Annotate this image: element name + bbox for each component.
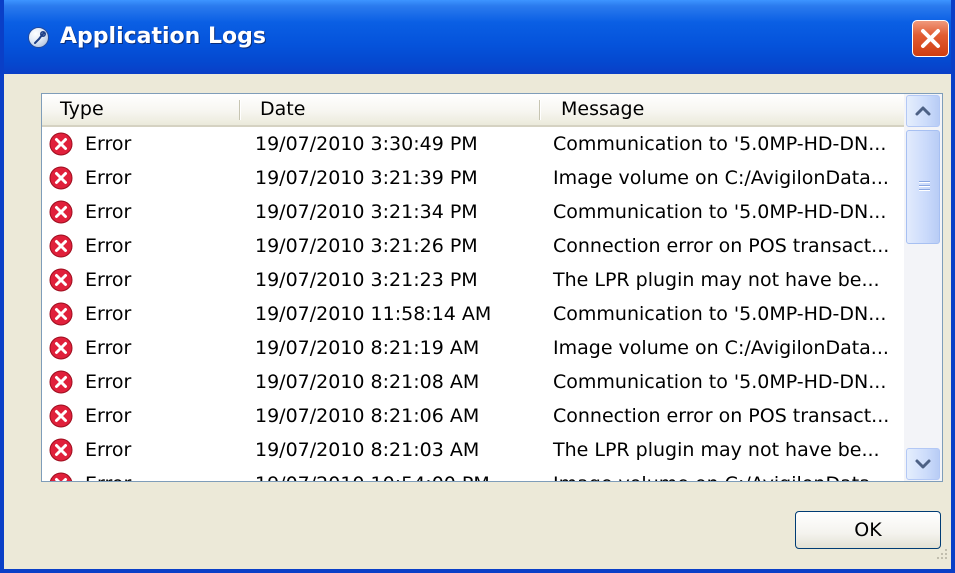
column-header-type[interactable]: Type [60,94,104,125]
row-message: Image volume on C:/AvigilonData... [553,337,889,359]
table-row[interactable]: Error 19/07/2010 10:54:00 PM Image volum… [42,467,904,481]
row-date: 19/07/2010 3:30:49 PM [255,133,478,155]
row-type: Error [85,303,132,325]
row-type: Error [85,133,132,155]
row-date: 19/07/2010 3:21:23 PM [255,269,478,291]
table-row[interactable]: Error 19/07/2010 8:21:06 AM Connection e… [42,399,904,433]
list-rows: Error 19/07/2010 3:30:49 PM Communicatio… [42,127,904,481]
row-message: The LPR plugin may not have be... [553,269,880,291]
column-divider[interactable] [239,100,240,120]
row-message: Communication to '5.0MP-HD-DN... [553,303,887,325]
table-row[interactable]: Error 19/07/2010 3:21:26 PM Connection e… [42,229,904,263]
error-icon [49,200,73,224]
row-type: Error [85,167,132,189]
row-type: Error [85,467,131,481]
error-icon [49,268,73,292]
thumb-grip [919,181,930,182]
row-date: 19/07/2010 3:21:34 PM [255,201,478,223]
row-date: 19/07/2010 8:21:08 AM [255,371,480,393]
thumb-grip [919,185,930,186]
scroll-thumb[interactable] [906,130,940,244]
vertical-scrollbar[interactable] [904,94,942,481]
scroll-up-button[interactable] [906,95,940,127]
row-date: 19/07/2010 8:21:19 AM [255,337,480,359]
close-button[interactable] [912,20,949,57]
table-row[interactable]: Error 19/07/2010 3:21:34 PM Communicatio… [42,195,904,229]
row-type: Error [85,337,132,359]
row-date: 19/07/2010 8:21:06 AM [255,405,480,427]
column-header-message[interactable]: Message [561,94,644,125]
row-date: 19/07/2010 3:21:39 PM [255,167,478,189]
row-type: Error [85,371,132,393]
row-message: The LPR plugin may not have be... [553,439,880,461]
app-icon [28,27,49,48]
row-date: 19/07/2010 3:21:26 PM [255,235,478,257]
row-type: Error [85,201,132,223]
resize-grip-icon[interactable] [929,545,951,567]
table-row[interactable]: Error 19/07/2010 3:21:39 PM Image volume… [42,161,904,195]
error-icon [49,132,73,156]
error-icon [49,472,73,481]
thumb-grip [919,189,930,190]
row-type: Error [85,439,132,461]
chevron-down-icon [915,459,931,469]
error-icon [49,336,73,360]
row-date: 19/07/2010 8:21:03 AM [255,439,480,461]
error-icon [49,166,73,190]
row-date: 19/07/2010 10:54:00 PM [255,467,490,481]
row-message: Image volume on C:/AvigilonData... [553,467,889,481]
table-row[interactable]: Error 19/07/2010 8:21:03 AM The LPR plug… [42,433,904,467]
column-divider[interactable] [539,100,540,120]
table-row[interactable]: Error 19/07/2010 8:21:08 AM Communicatio… [42,365,904,399]
log-list[interactable]: Type Date Message Error 19/07/2010 3:30:… [41,93,943,482]
error-icon [49,234,73,258]
ok-button[interactable]: OK [795,511,941,549]
title-bar[interactable]: Application Logs [4,0,951,74]
row-date: 19/07/2010 11:58:14 AM [255,303,492,325]
error-icon [49,302,73,326]
row-message: Communication to '5.0MP-HD-DN... [553,201,887,223]
error-icon [49,438,73,462]
column-header-date[interactable]: Date [260,94,305,125]
row-type: Error [85,235,132,257]
row-message: Communication to '5.0MP-HD-DN... [553,371,887,393]
list-header: Type Date Message [42,94,904,127]
table-row[interactable]: Error 19/07/2010 3:30:49 PM Communicatio… [42,127,904,161]
row-type: Error [85,269,132,291]
row-message: Connection error on POS transact... [553,405,890,427]
row-type: Error [85,405,132,427]
application-logs-dialog: Application Logs Type Date Message Error… [0,0,955,573]
table-row[interactable]: Error 19/07/2010 3:21:23 PM The LPR plug… [42,263,904,297]
row-message: Connection error on POS transact... [553,235,890,257]
close-icon [921,29,940,48]
error-icon [49,404,73,428]
error-icon [49,370,73,394]
window-title: Application Logs [60,24,266,49]
row-message: Image volume on C:/AvigilonData... [553,167,889,189]
table-row[interactable]: Error 19/07/2010 11:58:14 AM Communicati… [42,297,904,331]
row-message: Communication to '5.0MP-HD-DN... [553,133,887,155]
chevron-up-icon [915,106,931,116]
table-row[interactable]: Error 19/07/2010 8:21:19 AM Image volume… [42,331,904,365]
scroll-down-button[interactable] [906,448,940,480]
